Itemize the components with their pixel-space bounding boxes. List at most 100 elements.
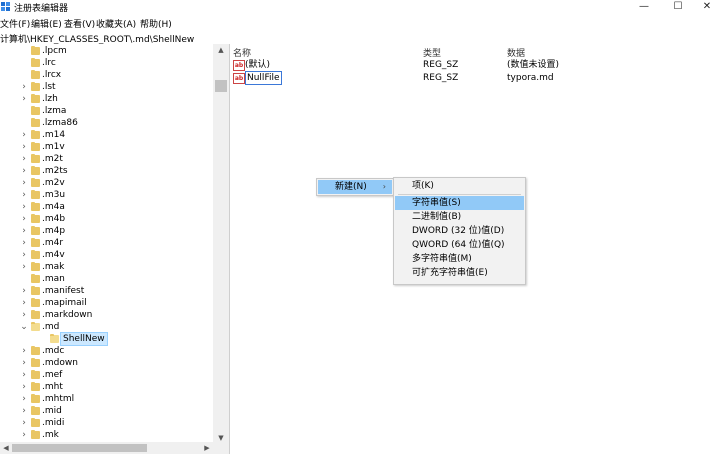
chevron-right-icon[interactable]: › bbox=[20, 249, 28, 261]
address-bar[interactable]: 计算机\HKEY_CLASSES_ROOT\.md\ShellNew bbox=[0, 31, 720, 45]
maximize-button[interactable]: ☐ bbox=[663, 0, 693, 14]
submenu-arrow-icon: › bbox=[382, 182, 386, 191]
chevron-right-icon[interactable]: › bbox=[20, 309, 28, 321]
chevron-right-icon[interactable]: › bbox=[20, 201, 28, 213]
chevron-right-icon[interactable]: › bbox=[20, 393, 28, 405]
tree-item[interactable]: .lzma86 bbox=[0, 117, 212, 129]
tree-item[interactable]: › .m2v bbox=[0, 177, 212, 189]
scroll-left-icon[interactable]: ◀ bbox=[0, 442, 12, 454]
chevron-right-icon[interactable]: › bbox=[20, 93, 28, 105]
chevron-right-icon[interactable]: › bbox=[20, 189, 28, 201]
tree-item[interactable]: › .mef bbox=[0, 369, 212, 381]
chevron-right-icon[interactable]: › bbox=[20, 261, 28, 273]
chevron-right-icon[interactable]: › bbox=[20, 297, 28, 309]
tree-item[interactable]: › .mdown bbox=[0, 357, 212, 369]
submenu-item[interactable]: QWORD (64 位)值(Q) bbox=[395, 238, 524, 252]
minimize-button[interactable]: — bbox=[629, 0, 659, 14]
menu-favorites[interactable]: 收藏夹(A) bbox=[96, 17, 136, 30]
tree-item-label: ShellNew bbox=[60, 332, 108, 346]
tree-item[interactable]: › .m14 bbox=[0, 129, 212, 141]
tree-item[interactable]: › .mdc bbox=[0, 345, 212, 357]
chevron-right-icon[interactable]: › bbox=[20, 225, 28, 237]
submenu-item[interactable]: 可扩充字符串值(E) bbox=[395, 266, 524, 280]
tree-item[interactable]: › .mak bbox=[0, 261, 212, 273]
submenu-item[interactable]: 二进制值(B) bbox=[395, 210, 524, 224]
tree-item[interactable]: .man bbox=[0, 273, 212, 285]
menu-item-new-label: 新建(N) bbox=[335, 182, 367, 192]
submenu-item-label: 可扩充字符串值(E) bbox=[412, 268, 488, 278]
string-value-icon: ab bbox=[233, 73, 245, 84]
column-type-header[interactable]: 类型 bbox=[423, 46, 441, 59]
tree-item[interactable]: › .manifest bbox=[0, 285, 212, 297]
tree-item[interactable]: › .m4a bbox=[0, 201, 212, 213]
tree-item[interactable]: › .m2ts bbox=[0, 165, 212, 177]
key-tree[interactable]: .lpcm .lrc .lrcx › .lst › .lzh .lzma .lzma86 › .m1… bbox=[0, 44, 230, 454]
tree-item[interactable]: .lrcx bbox=[0, 69, 212, 81]
tree-item[interactable]: ⌄ .md bbox=[0, 321, 212, 333]
submenu-item[interactable]: 项(K) bbox=[395, 179, 524, 193]
chevron-down-icon[interactable]: ⌄ bbox=[20, 321, 28, 333]
tree-item[interactable]: › .lst bbox=[0, 81, 212, 93]
tree-item[interactable]: › .markdown bbox=[0, 309, 212, 321]
submenu-item-label: 项(K) bbox=[412, 181, 434, 191]
chevron-right-icon[interactable]: › bbox=[20, 417, 28, 429]
scroll-up-icon[interactable]: ▲ bbox=[213, 44, 229, 56]
tree-item[interactable]: › .mhtml bbox=[0, 393, 212, 405]
value-name-edit-field[interactable]: NullFile bbox=[245, 71, 282, 85]
submenu-item[interactable]: 字符串值(S) bbox=[395, 196, 524, 210]
chevron-right-icon[interactable]: › bbox=[20, 369, 28, 381]
tree-item[interactable]: .lrc bbox=[0, 57, 212, 69]
horizontal-scroll-thumb[interactable] bbox=[12, 444, 147, 452]
tree-horizontal-scrollbar[interactable]: ◀ ▶ bbox=[0, 442, 229, 454]
folder-icon bbox=[50, 334, 59, 343]
tree-item[interactable]: .lzma bbox=[0, 105, 212, 117]
chevron-right-icon[interactable]: › bbox=[20, 153, 28, 165]
submenu-item[interactable]: DWORD (32 位)值(D) bbox=[395, 224, 524, 238]
value-row-nullfile[interactable]: ab NullFile REG_SZ typora.md bbox=[230, 71, 720, 85]
submenu-item[interactable]: 多字符串值(M) bbox=[395, 252, 524, 266]
value-row-default[interactable]: ab (默认) REG_SZ (数值未设置) bbox=[230, 59, 720, 71]
tree-item[interactable]: › .mht bbox=[0, 381, 212, 393]
close-button[interactable]: ✕ bbox=[692, 0, 720, 14]
menu-view[interactable]: 查看(V) bbox=[64, 17, 95, 30]
scroll-right-icon[interactable]: ▶ bbox=[201, 442, 213, 454]
chevron-right-icon[interactable]: › bbox=[20, 129, 28, 141]
tree-vertical-scrollbar[interactable]: ▲ ▼ bbox=[213, 44, 229, 444]
chevron-right-icon[interactable]: › bbox=[20, 357, 28, 369]
tree-item[interactable]: › .mk bbox=[0, 429, 212, 441]
folder-icon bbox=[31, 214, 40, 223]
tree-item[interactable]: › .midi bbox=[0, 417, 212, 429]
tree-item[interactable]: ShellNew bbox=[0, 332, 212, 346]
tree-item[interactable]: › .m4p bbox=[0, 225, 212, 237]
tree-item-label: .m3u bbox=[42, 190, 66, 200]
tree-item[interactable]: › .m3u bbox=[0, 189, 212, 201]
menu-item-new[interactable]: 新建(N) › bbox=[318, 180, 392, 194]
tree-item[interactable]: › .m4v bbox=[0, 249, 212, 261]
folder-icon bbox=[31, 70, 40, 79]
menu-edit[interactable]: 编辑(E) bbox=[31, 17, 62, 30]
tree-item[interactable]: .lpcm bbox=[0, 45, 212, 57]
tree-item[interactable]: › .mid bbox=[0, 405, 212, 417]
tree-item[interactable]: › .m4b bbox=[0, 213, 212, 225]
menu-file[interactable]: 文件(F) bbox=[0, 17, 30, 30]
column-name-header[interactable]: 名称 bbox=[233, 46, 251, 59]
chevron-right-icon[interactable]: › bbox=[20, 405, 28, 417]
chevron-right-icon[interactable]: › bbox=[20, 345, 28, 357]
column-data-header[interactable]: 数据 bbox=[507, 46, 525, 59]
tree-item[interactable]: › .m4r bbox=[0, 237, 212, 249]
chevron-right-icon[interactable]: › bbox=[20, 177, 28, 189]
scroll-thumb[interactable] bbox=[215, 80, 227, 92]
chevron-right-icon[interactable]: › bbox=[20, 429, 28, 441]
chevron-right-icon[interactable]: › bbox=[20, 285, 28, 297]
chevron-right-icon[interactable]: › bbox=[20, 81, 28, 93]
chevron-right-icon[interactable]: › bbox=[20, 213, 28, 225]
chevron-right-icon[interactable]: › bbox=[20, 165, 28, 177]
chevron-right-icon[interactable]: › bbox=[20, 237, 28, 249]
tree-item[interactable]: › .m2t bbox=[0, 153, 212, 165]
chevron-right-icon[interactable]: › bbox=[20, 381, 28, 393]
tree-item[interactable]: › .mapimail bbox=[0, 297, 212, 309]
tree-item[interactable]: › .lzh bbox=[0, 93, 212, 105]
menu-help[interactable]: 帮助(H) bbox=[140, 17, 172, 30]
tree-item[interactable]: › .m1v bbox=[0, 141, 212, 153]
chevron-right-icon[interactable]: › bbox=[20, 141, 28, 153]
